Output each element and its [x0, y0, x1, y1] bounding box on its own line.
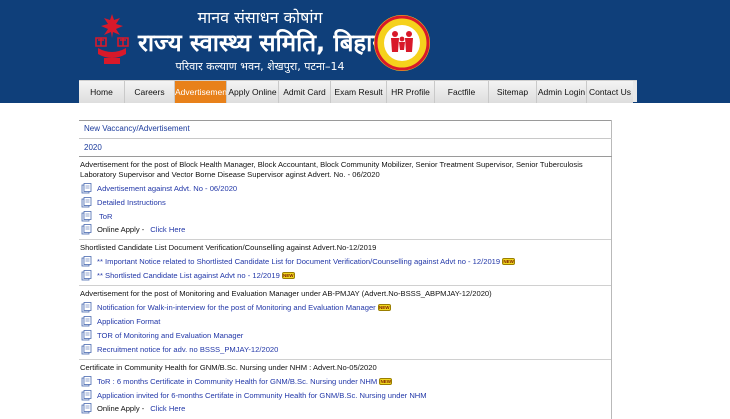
list-item: Notification for Walk-in-interview for t…: [81, 301, 391, 313]
panel-top-border: [79, 120, 612, 121]
header-title-line1: मानव संसाधन कोषांग: [197, 8, 323, 27]
section-divider: [79, 359, 611, 360]
nav-hr-profile[interactable]: HR Profile: [387, 81, 435, 103]
section-heading: Shortlisted Candidate List Document Veri…: [80, 243, 377, 252]
application-invited-link[interactable]: Application invited for 6-months Certifa…: [97, 391, 427, 400]
nav-advertisement[interactable]: Advertisement: [175, 81, 229, 103]
online-apply-label: Online Apply -: [97, 403, 145, 413]
list-item: Detailed Instructions: [81, 196, 166, 208]
shortlisted-list-link[interactable]: ** Shortlisted Candidate List against Ad…: [97, 271, 280, 280]
tor-link[interactable]: ToR: [99, 212, 113, 221]
document-icon: [81, 255, 92, 266]
new-badge: NEW: [281, 271, 295, 279]
document-icon: [81, 329, 92, 340]
important-notice-link[interactable]: ** Important Notice related to Shortlist…: [97, 257, 500, 266]
section-heading: Certificate in Community Health for GNM/…: [80, 363, 377, 372]
nav-home[interactable]: Home: [79, 81, 125, 103]
header-title-line2: राज्य स्वास्थ्य समिति, बिहार: [138, 29, 383, 57]
document-icon: [81, 223, 92, 234]
tor-me-manager-link[interactable]: TOR of Monitoring and Evaluation Manager: [97, 331, 243, 340]
list-item: ToR: [81, 210, 113, 222]
section-heading: Advertisement for the post of Block Heal…: [80, 160, 583, 179]
document-icon: [81, 210, 92, 221]
section-divider: [79, 239, 611, 240]
new-badge: NEW: [379, 377, 393, 385]
nav-contact-us[interactable]: Contact Us: [587, 81, 633, 103]
nrhm-logo: [374, 15, 430, 71]
document-icon: [81, 182, 92, 193]
main-nav: Home Careers Advertisement Apply Online …: [79, 80, 637, 103]
detailed-instructions-link[interactable]: Detailed Instructions: [97, 198, 166, 207]
online-apply-label: Online Apply -: [97, 224, 145, 234]
list-item: ** Important Notice related to Shortlist…: [81, 255, 516, 267]
list-item: Recruitment notice for adv. no BSSS_PMJA…: [81, 343, 278, 355]
new-badge: NEW: [502, 257, 516, 265]
list-item: Online Apply - Click Here: [81, 223, 185, 235]
nav-admit-card[interactable]: Admit Card: [279, 81, 331, 103]
list-item: ** Shortlisted Candidate List against Ad…: [81, 269, 295, 281]
nav-careers[interactable]: Careers: [125, 81, 175, 103]
list-item: Advertisement against Advt. No - 06/2020: [81, 182, 237, 194]
tor-community-health-link[interactable]: ToR : 6 months Certificate in Community …: [97, 377, 377, 386]
document-icon: [81, 389, 92, 400]
document-icon: [81, 301, 92, 312]
section-heading: Advertisement for the post of Monitoring…: [80, 289, 492, 298]
document-icon: [81, 402, 92, 413]
document-icon: [81, 375, 92, 386]
click-here-link[interactable]: Click Here: [150, 404, 185, 413]
nav-exam-result[interactable]: Exam Result: [331, 81, 387, 103]
recruitment-notice-link[interactable]: Recruitment notice for adv. no BSSS_PMJA…: [97, 345, 278, 354]
nav-factfile[interactable]: Factfile: [435, 81, 489, 103]
application-format-link[interactable]: Application Format: [97, 317, 160, 326]
document-icon: [81, 343, 92, 354]
list-item: Application Format: [81, 315, 160, 327]
breadcrumb: New Vaccancy/Advertisement: [84, 124, 190, 133]
header-address: परिवार कल्याण भवन, शेखपुरा, पटना–14: [175, 60, 345, 73]
list-item: TOR of Monitoring and Evaluation Manager: [81, 329, 243, 341]
year-divider: [79, 156, 612, 157]
document-icon: [81, 315, 92, 326]
list-item: Application invited for 6-months Certifa…: [81, 389, 427, 401]
document-icon: [81, 196, 92, 207]
document-icon: [81, 269, 92, 280]
advt-06-2020-link[interactable]: Advertisement against Advt. No - 06/2020: [97, 184, 237, 193]
walk-in-notification-link[interactable]: Notification for Walk-in-interview for t…: [97, 303, 376, 312]
breadcrumb-divider: [79, 138, 612, 139]
year-heading: 2020: [84, 143, 102, 152]
list-item: ToR : 6 months Certificate in Community …: [81, 375, 393, 387]
nav-apply-online[interactable]: Apply Online: [227, 81, 279, 103]
nav-admin-login[interactable]: Admin Login: [537, 81, 587, 103]
new-badge: NEW: [377, 303, 391, 311]
list-item: Online Apply - Click Here: [81, 402, 185, 414]
bihar-emblem-logo: [90, 10, 134, 66]
advertisement-panel: New Vaccancy/Advertisement 2020 Advertis…: [79, 108, 612, 419]
nav-sitemap[interactable]: Sitemap: [489, 81, 537, 103]
section-divider: [79, 285, 611, 286]
click-here-link[interactable]: Click Here: [150, 225, 185, 234]
